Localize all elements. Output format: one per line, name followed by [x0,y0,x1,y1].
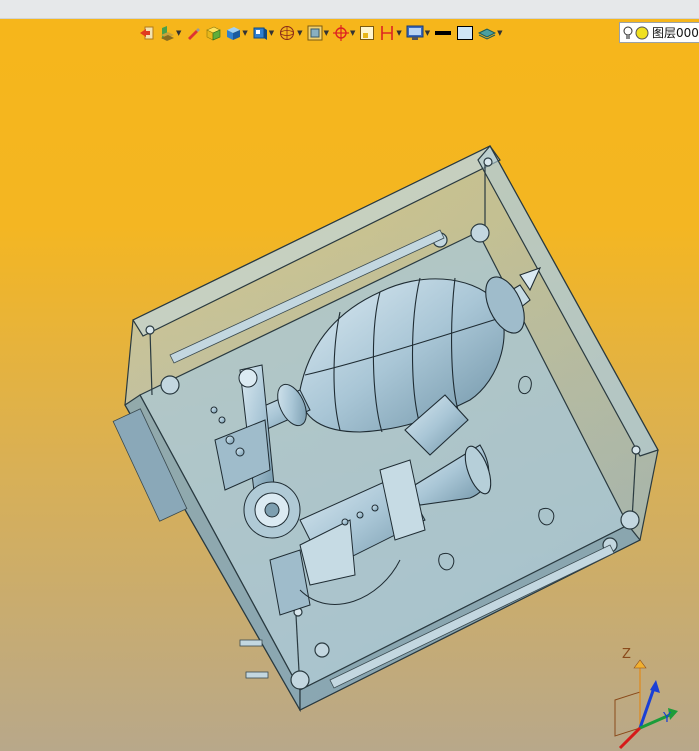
z-axis-label: Z [622,647,631,662]
y-axis-label: Y [662,711,671,726]
model-3d-view[interactable] [0,0,699,751]
axis-triad: Z Y [614,647,678,750]
